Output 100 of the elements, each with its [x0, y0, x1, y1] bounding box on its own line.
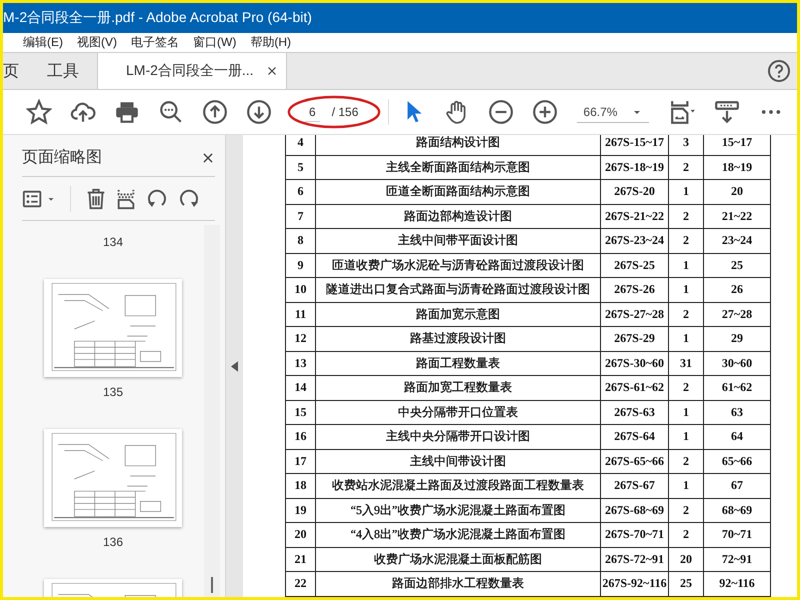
menu-item[interactable]: 窗口(W) [193, 34, 236, 51]
table-cell: 65~66 [704, 449, 770, 474]
zoom-in-icon[interactable] [532, 99, 558, 125]
table-cell: 10 [286, 278, 316, 302]
table-cell: 22 [286, 572, 316, 596]
table-cell: 6 [286, 180, 316, 204]
table-cell: 主线中间带设计图 [316, 449, 600, 474]
table-cell: 27~28 [704, 302, 770, 326]
table-cell: 20 [668, 547, 704, 572]
tab[interactable]: 工具 [33, 53, 93, 89]
table-cell: 31 [668, 351, 704, 376]
table-cell: 路面加宽示意图 [316, 302, 600, 326]
page-thumbnail[interactable] [44, 429, 182, 527]
table-cell: 1 [668, 253, 704, 278]
zoom-out-icon[interactable] [488, 99, 514, 125]
table-cell: 25 [704, 253, 770, 278]
table-cell: 3 [668, 135, 704, 155]
table-cell: 17 [286, 449, 316, 474]
table-cell: 18 [286, 474, 316, 498]
table-cell: 路面工程数量表 [316, 351, 600, 376]
magnifier-icon[interactable] [158, 99, 184, 125]
table-cell: 7 [286, 204, 316, 228]
table-cell: 267S-18~19 [600, 155, 668, 180]
table-cell: 25 [668, 572, 704, 596]
table-cell: 主线全断面路面结构示意图 [316, 155, 600, 180]
tab[interactable]: 页 [3, 53, 33, 89]
menu-item[interactable]: 编辑(E) [23, 34, 63, 51]
table-cell: 16 [286, 424, 316, 449]
table-cell: 13 [286, 351, 316, 376]
table-cell: 2 [668, 376, 704, 400]
table-cell: 2 [668, 228, 704, 253]
scroll-mode-icon[interactable] [714, 99, 740, 125]
table-cell: 收费站水泥混凝土路面及过渡段路面工程数量表 [316, 474, 600, 498]
tab[interactable]: LM-2合同段全一册... [97, 53, 287, 89]
table-cell: 1 [668, 180, 704, 204]
page-thumbnail[interactable] [44, 279, 182, 377]
table-cell: 267S-25 [600, 253, 668, 278]
table-cell: 267S-68~69 [600, 498, 668, 522]
table-cell: 92~116 [704, 572, 770, 596]
page-number-label: 136 [102, 535, 124, 549]
table-cell: 8 [286, 228, 316, 253]
star-icon[interactable] [26, 99, 52, 125]
scrollbar-thumb[interactable] [211, 577, 213, 593]
table-cell: 67 [704, 474, 770, 498]
trash-icon[interactable] [85, 186, 107, 210]
table-cell: 20 [286, 522, 316, 547]
table-cell: 267S-63 [600, 400, 668, 424]
table-cell: 中央分隔带开口位置表 [316, 400, 600, 424]
menu-item[interactable]: 视图(V) [77, 34, 117, 51]
table-cell: 68~69 [704, 498, 770, 522]
table-cell: 9 [286, 253, 316, 278]
table-cell: 15 [286, 400, 316, 424]
table-cell: 267S-26 [600, 278, 668, 302]
close-icon[interactable] [266, 65, 278, 77]
table-cell: 收费广场水泥混凝土面板配筋图 [316, 547, 600, 572]
help-icon[interactable] [767, 59, 791, 83]
table-cell: 70~71 [704, 522, 770, 547]
table-cell: 路面边部排水工程数量表 [316, 572, 600, 596]
table-cell: 61~62 [704, 376, 770, 400]
table-cell: 267S-64 [600, 424, 668, 449]
table-cell: 267S-23~24 [600, 228, 668, 253]
menu-item[interactable]: 电子签名 [131, 34, 179, 51]
table-cell: 23~24 [704, 228, 770, 253]
table-cell: 路基过渡段设计图 [316, 326, 600, 351]
table-cell: 267S-67 [600, 474, 668, 498]
table-cell: 4 [286, 135, 316, 155]
menu-item[interactable]: 帮助(H) [250, 34, 291, 51]
table-cell: 29 [704, 326, 770, 351]
table-cell: 267S-15~17 [600, 135, 668, 155]
table-cell: 5 [286, 155, 316, 180]
table-cell: 20 [704, 180, 770, 204]
table-cell: 1 [668, 474, 704, 498]
page-number-label: 135 [102, 385, 124, 399]
table-cell: 19 [286, 498, 316, 522]
close-icon[interactable] [201, 150, 215, 164]
table-cell: 30~60 [704, 351, 770, 376]
page-number-label: 134 [102, 235, 124, 249]
table-cell: 267S-27~28 [600, 302, 668, 326]
table-cell: 2 [668, 522, 704, 547]
table-cell: 2 [668, 204, 704, 228]
table-cell: 26 [704, 278, 770, 302]
table-cell: 21~22 [704, 204, 770, 228]
collapse-arrow-icon[interactable] [231, 360, 238, 372]
table-cell: 1 [668, 326, 704, 351]
scrollbar-track[interactable] [204, 225, 220, 597]
table-cell: 267S-65~66 [600, 449, 668, 474]
table-cell: 路面加宽工程数量表 [316, 376, 600, 400]
table-cell: 21 [286, 547, 316, 572]
table-cell: 匝道全断面路面结构示意图 [316, 180, 600, 204]
table-cell: 267S-92~116 [600, 572, 668, 596]
table-cell: “5入9出”收费广场水泥混凝土路面布置图 [316, 498, 600, 522]
table-cell: 1 [668, 424, 704, 449]
page-number-field[interactable]: 6 [305, 102, 320, 122]
table-cell: 267S-70~71 [600, 522, 668, 547]
table-cell: 267S-30~60 [600, 351, 668, 376]
table-cell: 267S-21~22 [600, 204, 668, 228]
table-cell: 267S-61~62 [600, 376, 668, 400]
page-count: / 156 [332, 105, 358, 119]
zoom-dropdown[interactable]: 66.7% [577, 102, 650, 122]
table-cell: 267S-72~91 [600, 547, 668, 572]
